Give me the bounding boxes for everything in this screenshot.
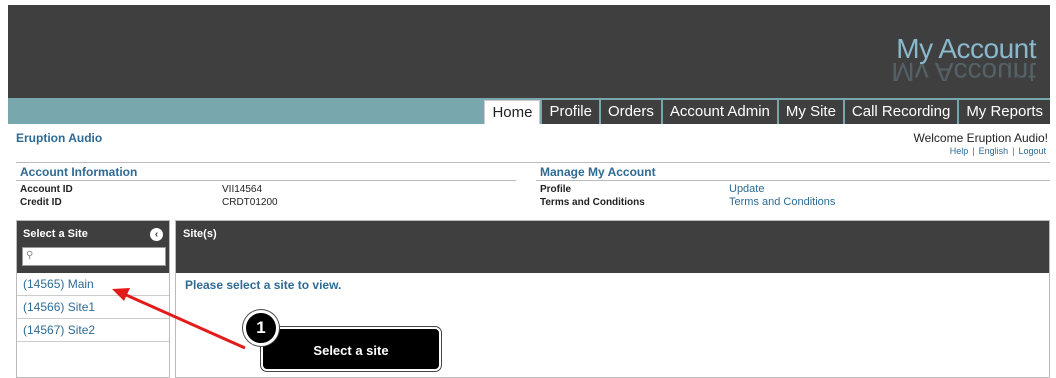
tab-home[interactable]: Home — [484, 100, 541, 124]
account-id-value: VII14564 — [222, 184, 263, 195]
site-item-site2[interactable]: (14567) Site2 — [17, 319, 169, 342]
search-icon: ⚲ — [26, 250, 34, 261]
site-item-site1[interactable]: (14566) Site1 — [17, 296, 169, 319]
credit-id-label: Credit ID — [20, 197, 62, 208]
welcome-text: Welcome Eruption Audio! — [913, 131, 1048, 145]
tab-profile[interactable]: Profile — [542, 100, 599, 124]
site-selector-header: Select a Site ‹ ⚲ — [17, 221, 169, 273]
divider — [536, 180, 1050, 181]
step-badge: 1 — [243, 310, 279, 346]
tab-orders[interactable]: Orders — [601, 100, 661, 124]
brand-reflection: My Account — [891, 63, 1036, 81]
update-profile-link[interactable]: Update — [729, 183, 764, 195]
help-link[interactable]: Help — [948, 146, 971, 156]
sites-panel-title: Site(s) — [183, 228, 217, 240]
annotation-callout: Select a site — [261, 327, 441, 371]
select-site-message: Please select a site to view. — [185, 278, 342, 292]
account-id-label: Account ID — [20, 184, 73, 195]
language-link[interactable]: English — [977, 146, 1011, 156]
terms-label: Terms and Conditions — [540, 197, 645, 208]
link-separator: | — [972, 146, 975, 156]
site-item-main[interactable]: (14565) Main — [17, 273, 169, 296]
site-selector-panel: Select a Site ‹ ⚲ (14565) Main (14566) S… — [16, 220, 170, 378]
nav-bar: Home Profile Orders Account Admin My Sit… — [8, 98, 1050, 124]
callout-text: Select a site — [313, 343, 389, 358]
divider — [16, 180, 516, 181]
sites-panel-header: Site(s) — [176, 221, 1049, 273]
profile-label: Profile — [540, 184, 572, 195]
tab-my-site[interactable]: My Site — [778, 100, 843, 124]
site-search-input[interactable] — [23, 248, 165, 265]
tab-account-admin[interactable]: Account Admin — [662, 100, 777, 124]
manage-account-heading: Manage My Account — [540, 165, 656, 179]
tab-my-reports[interactable]: My Reports — [959, 100, 1050, 124]
account-info-section: Account Information Account ID VII14564 … — [16, 162, 1050, 208]
site-search: ⚲ — [22, 247, 166, 266]
terms-link[interactable]: Terms and Conditions — [729, 196, 835, 208]
site-selector-title: Select a Site — [23, 228, 88, 240]
logout-link[interactable]: Logout — [1016, 146, 1048, 156]
brand-title: My Account — [896, 33, 1036, 64]
header-banner: My Account My Account — [8, 5, 1050, 98]
nav-tabs: Home Profile Orders Account Admin My Sit… — [482, 100, 1050, 124]
credit-id-value: CRDT01200 — [222, 197, 278, 208]
company-name: Eruption Audio — [16, 131, 103, 145]
top-links: Help | English | Logout — [948, 146, 1048, 156]
account-info-heading: Account Information — [20, 165, 138, 179]
tab-call-recording[interactable]: Call Recording — [844, 100, 958, 124]
collapse-icon[interactable]: ‹ — [150, 228, 163, 241]
